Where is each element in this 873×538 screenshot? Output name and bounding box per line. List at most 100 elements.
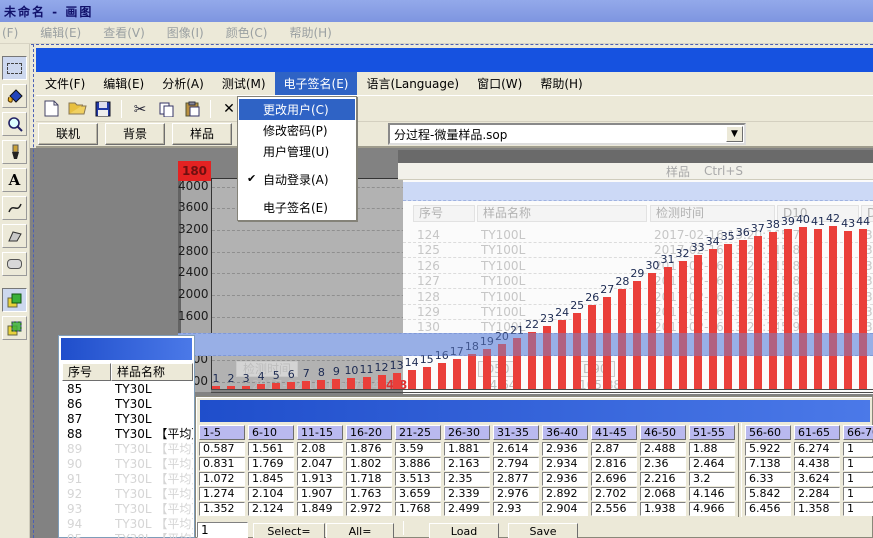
- all-button[interactable]: All=: [326, 523, 394, 538]
- dist-cell[interactable]: 2.696: [591, 472, 637, 486]
- sample-row-id[interactable]: 94: [67, 517, 109, 532]
- sop-combobox[interactable]: 分过程-微量样品.sop ▼: [388, 123, 746, 145]
- dist-cell[interactable]: 1.938: [640, 502, 686, 516]
- dist-cell[interactable]: 2.972: [346, 502, 392, 516]
- sample-row-name[interactable]: TY30L 【平均】: [115, 502, 193, 517]
- dist-column-header[interactable]: 36-40: [542, 425, 588, 440]
- app-menu-item-5[interactable]: 语言(Language): [357, 72, 468, 95]
- dist-cell[interactable]: 1.358: [794, 502, 840, 516]
- toolbar-button-2[interactable]: 样品: [172, 123, 232, 145]
- app-menu-esignature-active[interactable]: 电子签名(E): [275, 72, 358, 95]
- sample-row-name[interactable]: TY30L 【平均】: [115, 532, 193, 538]
- sample-row-name[interactable]: TY30L 【平均】: [115, 427, 193, 442]
- dist-cell[interactable]: 1.768: [395, 502, 441, 516]
- dist-cell[interactable]: 2.104: [248, 487, 294, 501]
- sample-row-id[interactable]: 85: [67, 382, 109, 397]
- dist-cell[interactable]: 2.08: [297, 442, 343, 456]
- dropdown-item-2[interactable]: 用户管理(U): [239, 141, 355, 162]
- dist-cell[interactable]: 1: [843, 457, 873, 471]
- combo-dropdown-arrow[interactable]: ▼: [726, 126, 743, 142]
- sample-row-name[interactable]: TY30L 【平均】: [115, 457, 193, 472]
- dist-cell[interactable]: 1: [843, 472, 873, 486]
- dist-cell[interactable]: 1.718: [346, 472, 392, 486]
- dist-cell[interactable]: 1.845: [248, 472, 294, 486]
- paste-icon[interactable]: [181, 99, 203, 119]
- sample-row-id[interactable]: 87: [67, 412, 109, 427]
- samples-column-header[interactable]: 序号: [62, 363, 111, 381]
- dist-cell[interactable]: 4.146: [689, 487, 735, 501]
- dist-cell[interactable]: 2.047: [297, 457, 343, 471]
- sample-row-name[interactable]: TY30L 【平均】: [115, 517, 193, 532]
- sample-row-name[interactable]: TY30L: [115, 382, 193, 397]
- dist-cell[interactable]: 1.849: [297, 502, 343, 516]
- dist-cell[interactable]: 3.659: [395, 487, 441, 501]
- dist-cell[interactable]: 3.513: [395, 472, 441, 486]
- dist-cell[interactable]: 2.934: [542, 457, 588, 471]
- sample-row-name[interactable]: TY30L 【平均】: [115, 487, 193, 502]
- dist-cell[interactable]: 6.274: [794, 442, 840, 456]
- dist-cell[interactable]: 2.892: [542, 487, 588, 501]
- dist-column-header[interactable]: 26-30: [444, 425, 490, 440]
- sample-row-name[interactable]: TY30L: [115, 412, 193, 427]
- ghost-menu-item[interactable]: 样品: [666, 163, 690, 180]
- brush-tool[interactable]: [2, 140, 27, 164]
- dist-cell[interactable]: 2.93: [493, 502, 539, 516]
- app-menu-item-2[interactable]: 分析(A): [153, 72, 213, 95]
- paint-menu-item-3[interactable]: 图像(I): [167, 24, 204, 41]
- dist-cell[interactable]: 1.802: [346, 457, 392, 471]
- dist-cell[interactable]: 2.936: [542, 442, 588, 456]
- paint-menu-item-5[interactable]: 帮助(H): [289, 24, 331, 41]
- dist-column-header[interactable]: 61-65: [794, 425, 840, 440]
- dist-cell[interactable]: 2.163: [444, 457, 490, 471]
- samples-window-title-bar[interactable]: [61, 338, 192, 360]
- sample-row-id[interactable]: 93: [67, 502, 109, 517]
- dropdown-item-3[interactable]: ✔自动登录(A): [239, 169, 355, 190]
- dist-cell[interactable]: 1.352: [199, 502, 245, 516]
- dist-cell[interactable]: 2.904: [542, 502, 588, 516]
- dist-column-header[interactable]: 31-35: [493, 425, 539, 440]
- dist-cell[interactable]: 2.124: [248, 502, 294, 516]
- app-menu-item-7[interactable]: 帮助(H): [531, 72, 591, 95]
- sample-row-id[interactable]: 95: [67, 532, 109, 538]
- paint-menu-item-4[interactable]: 颜色(C): [226, 24, 268, 41]
- dist-cell[interactable]: 2.976: [493, 487, 539, 501]
- sample-row-id[interactable]: 91: [67, 472, 109, 487]
- dist-cell[interactable]: 2.614: [493, 442, 539, 456]
- dist-cell[interactable]: 4.438: [794, 457, 840, 471]
- dist-cell[interactable]: 1.769: [248, 457, 294, 471]
- dist-cell[interactable]: 2.216: [640, 472, 686, 486]
- dist-column-header[interactable]: 51-55: [689, 425, 735, 440]
- dist-column-header[interactable]: 21-25: [395, 425, 441, 440]
- dist-cell[interactable]: 2.936: [542, 472, 588, 486]
- app-menu-item-1[interactable]: 编辑(E): [94, 72, 153, 95]
- dist-cell[interactable]: 2.794: [493, 457, 539, 471]
- dist-cell[interactable]: 1.907: [297, 487, 343, 501]
- dist-cell[interactable]: 3.624: [794, 472, 840, 486]
- dist-cell[interactable]: 2.488: [640, 442, 686, 456]
- open-folder-icon[interactable]: [66, 99, 88, 119]
- toolbar-button-1[interactable]: 背景: [105, 123, 165, 145]
- dist-cell[interactable]: 6.456: [745, 502, 791, 516]
- select-button[interactable]: Select=: [253, 523, 325, 538]
- dist-cell[interactable]: 3.2: [689, 472, 735, 486]
- dist-cell[interactable]: 1: [843, 487, 873, 501]
- cube-tool[interactable]: [2, 316, 27, 340]
- dist-cell[interactable]: 1.876: [346, 442, 392, 456]
- dist-cell[interactable]: 5.842: [745, 487, 791, 501]
- dist-cell[interactable]: 1.913: [297, 472, 343, 486]
- dist-cell[interactable]: 6.33: [745, 472, 791, 486]
- dist-cell[interactable]: 4.966: [689, 502, 735, 516]
- paint-menu-item-0[interactable]: (F): [2, 26, 18, 40]
- dropdown-item-1[interactable]: 修改密码(P): [239, 120, 355, 141]
- dist-cell[interactable]: 2.464: [689, 457, 735, 471]
- dist-cell[interactable]: 2.35: [444, 472, 490, 486]
- dist-cell[interactable]: 2.068: [640, 487, 686, 501]
- dist-cell[interactable]: 1: [843, 442, 873, 456]
- sample-row-name[interactable]: TY30L 【平均】: [115, 442, 193, 457]
- select-rectangle-tool[interactable]: [2, 56, 27, 80]
- dist-column-header[interactable]: 46-50: [640, 425, 686, 440]
- dist-column-header[interactable]: 11-15: [297, 425, 343, 440]
- row-number-input[interactable]: 1: [197, 522, 248, 538]
- cut-icon[interactable]: ✂: [129, 99, 151, 119]
- dist-column-header[interactable]: 16-20: [346, 425, 392, 440]
